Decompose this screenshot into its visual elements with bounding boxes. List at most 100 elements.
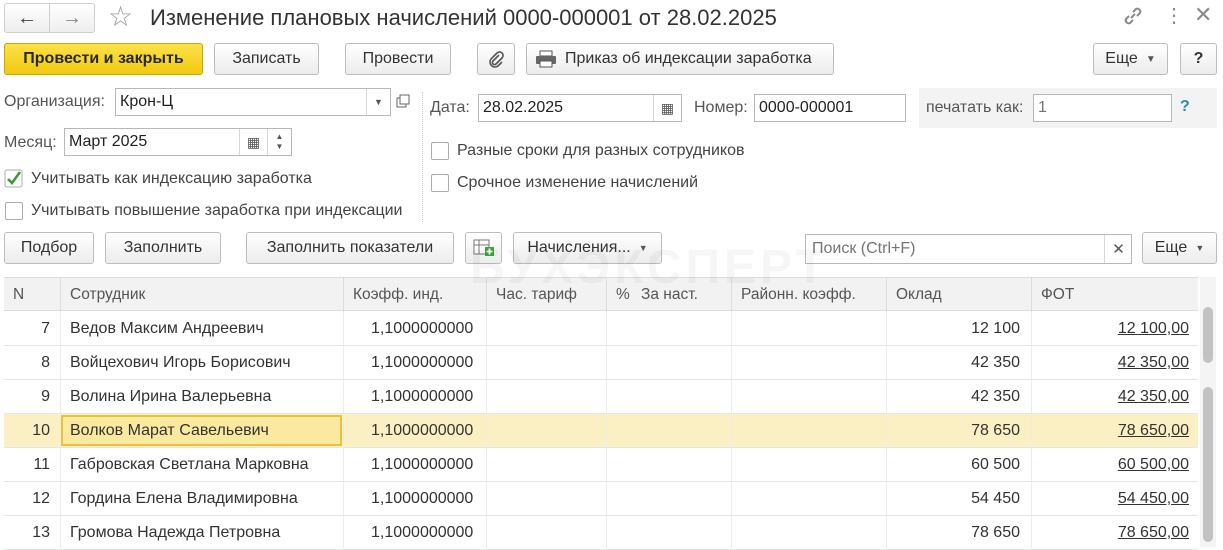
column-divider bbox=[886, 278, 887, 312]
fot-value[interactable]: 60 500,00 bbox=[1118, 456, 1189, 474]
chk-urgent[interactable] bbox=[431, 174, 449, 192]
index-coef: 1,1000000000 bbox=[371, 354, 474, 371]
fill-indicators-button[interactable]: Заполнить показатели bbox=[246, 232, 454, 264]
cell-divider bbox=[486, 380, 487, 414]
print-as-input[interactable] bbox=[1033, 94, 1172, 122]
search-field[interactable]: ✕ bbox=[805, 234, 1132, 264]
table-row[interactable]: 13 Громова Надежда Петровна 1,1000000000 78… bbox=[4, 516, 1198, 550]
calendar-button[interactable]: ▦ bbox=[239, 129, 267, 155]
table-scrollbar[interactable] bbox=[1200, 277, 1216, 547]
table-row[interactable]: 11 Габровская Светлана Марковна 1,10000000… bbox=[4, 448, 1198, 482]
column-header-salary[interactable]: Оклад bbox=[896, 286, 942, 304]
fill-button[interactable]: Заполнить bbox=[105, 232, 221, 264]
chk-urgent-label: Срочное изменение начислений bbox=[457, 174, 699, 191]
cell-divider bbox=[343, 312, 344, 346]
column-header-employee[interactable]: Сотрудник bbox=[70, 286, 145, 304]
employee-name: Гордина Елена Владимировна bbox=[70, 490, 298, 507]
cell-divider bbox=[886, 482, 887, 516]
cell-divider bbox=[606, 448, 607, 482]
fot-value[interactable]: 42 350,00 bbox=[1118, 388, 1189, 406]
select-button[interactable]: Подбор bbox=[4, 232, 94, 264]
link-icon[interactable] bbox=[1121, 4, 1145, 28]
cell-divider bbox=[731, 448, 732, 482]
org-field[interactable]: Крон-Ц ▼ bbox=[115, 88, 391, 116]
scrollbar-top-thumb[interactable] bbox=[1203, 307, 1213, 363]
cell-divider bbox=[60, 448, 61, 482]
favorite-star-icon[interactable]: ☆ bbox=[108, 2, 133, 32]
column-divider bbox=[60, 278, 61, 312]
column-header-n[interactable]: N bbox=[13, 286, 24, 304]
date-calendar-button[interactable]: ▦ bbox=[653, 95, 681, 121]
cell-divider bbox=[486, 516, 487, 550]
print-as-help-link[interactable]: ? bbox=[1180, 98, 1190, 116]
table-more-label: Еще bbox=[1154, 239, 1188, 256]
table-row[interactable]: 12 Гордина Елена Владимировна 1,1000000000… bbox=[4, 482, 1198, 516]
cell-divider bbox=[886, 312, 887, 346]
table-row[interactable]: 9 Волина Ирина Валерьевна 1,1000000000 42 3… bbox=[4, 380, 1198, 414]
post-button[interactable]: Провести bbox=[345, 43, 451, 75]
salary-value: 42 350 bbox=[971, 388, 1020, 405]
chk-raise-label: Учитывать повышение заработка при индекс… bbox=[31, 202, 403, 219]
cell-divider bbox=[606, 414, 607, 448]
cell-divider bbox=[1031, 414, 1032, 448]
number-field[interactable]: 0000-000001 bbox=[754, 94, 906, 122]
arrow-right-icon: → bbox=[62, 6, 82, 29]
forward-button[interactable]: → bbox=[49, 3, 95, 33]
post-and-close-button[interactable]: Провести и закрыть bbox=[4, 43, 203, 75]
close-icon[interactable]: ✕ bbox=[1194, 2, 1212, 28]
table-row[interactable]: 8 Войцехович Игорь Борисович 1,1000000000 4… bbox=[4, 346, 1198, 380]
row-number: 13 bbox=[32, 524, 50, 541]
cell-divider bbox=[343, 448, 344, 482]
month-value: Март 2025 bbox=[69, 133, 148, 150]
paperclip-icon bbox=[489, 51, 504, 68]
search-input[interactable] bbox=[810, 239, 1100, 259]
print-order-button[interactable]: Приказ об индексации заработка bbox=[526, 43, 834, 75]
watermark: БУХЭКСПЕРТ bbox=[470, 240, 829, 295]
chevron-down-icon: ▼ bbox=[374, 97, 383, 107]
more-label: Еще bbox=[1105, 50, 1138, 67]
org-label: Организация: bbox=[4, 93, 105, 110]
table-row[interactable]: 7 Ведов Максим Андреевич 1,1000000000 12 10… bbox=[4, 312, 1198, 346]
salary-value: 12 100 bbox=[971, 320, 1020, 337]
cell-divider bbox=[731, 380, 732, 414]
fot-value[interactable]: 54 450,00 bbox=[1118, 490, 1189, 508]
more-button[interactable]: Еще ▼ bbox=[1093, 43, 1168, 75]
chk-diff-terms[interactable] bbox=[431, 142, 449, 160]
month-field[interactable]: Март 2025 ▦ ▲ ▼ bbox=[64, 128, 292, 156]
table-row[interactable]: 10 Волков Марат Савельевич 1,1000000000 78 … bbox=[4, 414, 1198, 448]
cell-divider bbox=[886, 448, 887, 482]
cell-divider bbox=[343, 414, 344, 448]
chk-raise[interactable] bbox=[5, 202, 23, 220]
cell-divider bbox=[486, 414, 487, 448]
scrollbar-thumb[interactable] bbox=[1203, 387, 1213, 542]
chk-indexation[interactable] bbox=[4, 169, 24, 189]
more-vertical-icon[interactable]: ⋮ bbox=[1164, 3, 1184, 29]
column-header-coef[interactable]: Коэфф. инд. bbox=[353, 286, 443, 304]
month-stepper[interactable]: ▲ ▼ bbox=[267, 129, 291, 155]
back-button[interactable]: ← bbox=[4, 3, 50, 33]
index-coef: 1,1000000000 bbox=[371, 490, 474, 507]
attach-button[interactable] bbox=[477, 43, 515, 75]
org-dropdown-button[interactable]: ▼ bbox=[366, 89, 390, 115]
date-field[interactable]: 28.02.2025 ▦ bbox=[478, 94, 682, 122]
open-org-icon[interactable] bbox=[395, 93, 411, 109]
fot-value[interactable]: 42 350,00 bbox=[1118, 354, 1189, 372]
cell-divider bbox=[60, 312, 61, 346]
fot-value[interactable]: 78 650,00 bbox=[1118, 422, 1189, 440]
fot-value[interactable]: 78 650,00 bbox=[1118, 524, 1189, 542]
table-more-button[interactable]: Еще ▼ bbox=[1142, 232, 1217, 264]
help-button[interactable]: ? bbox=[1180, 43, 1217, 75]
save-button[interactable]: Записать bbox=[214, 43, 319, 75]
chk-diff-terms-label: Разные сроки для разных сотрудников bbox=[457, 142, 745, 159]
column-header-fot[interactable]: ФОТ bbox=[1041, 286, 1074, 304]
form-divider bbox=[422, 92, 423, 222]
cell-divider bbox=[1031, 448, 1032, 482]
cell-divider bbox=[606, 312, 607, 346]
cell-divider bbox=[731, 516, 732, 550]
cell-divider bbox=[343, 380, 344, 414]
clear-search-button[interactable]: ✕ bbox=[1104, 235, 1132, 263]
fot-value[interactable]: 12 100,00 bbox=[1118, 320, 1189, 338]
number-value: 0000-000001 bbox=[759, 99, 854, 116]
chevron-down-icon: ▼ bbox=[1195, 243, 1205, 253]
cell-divider bbox=[486, 346, 487, 380]
